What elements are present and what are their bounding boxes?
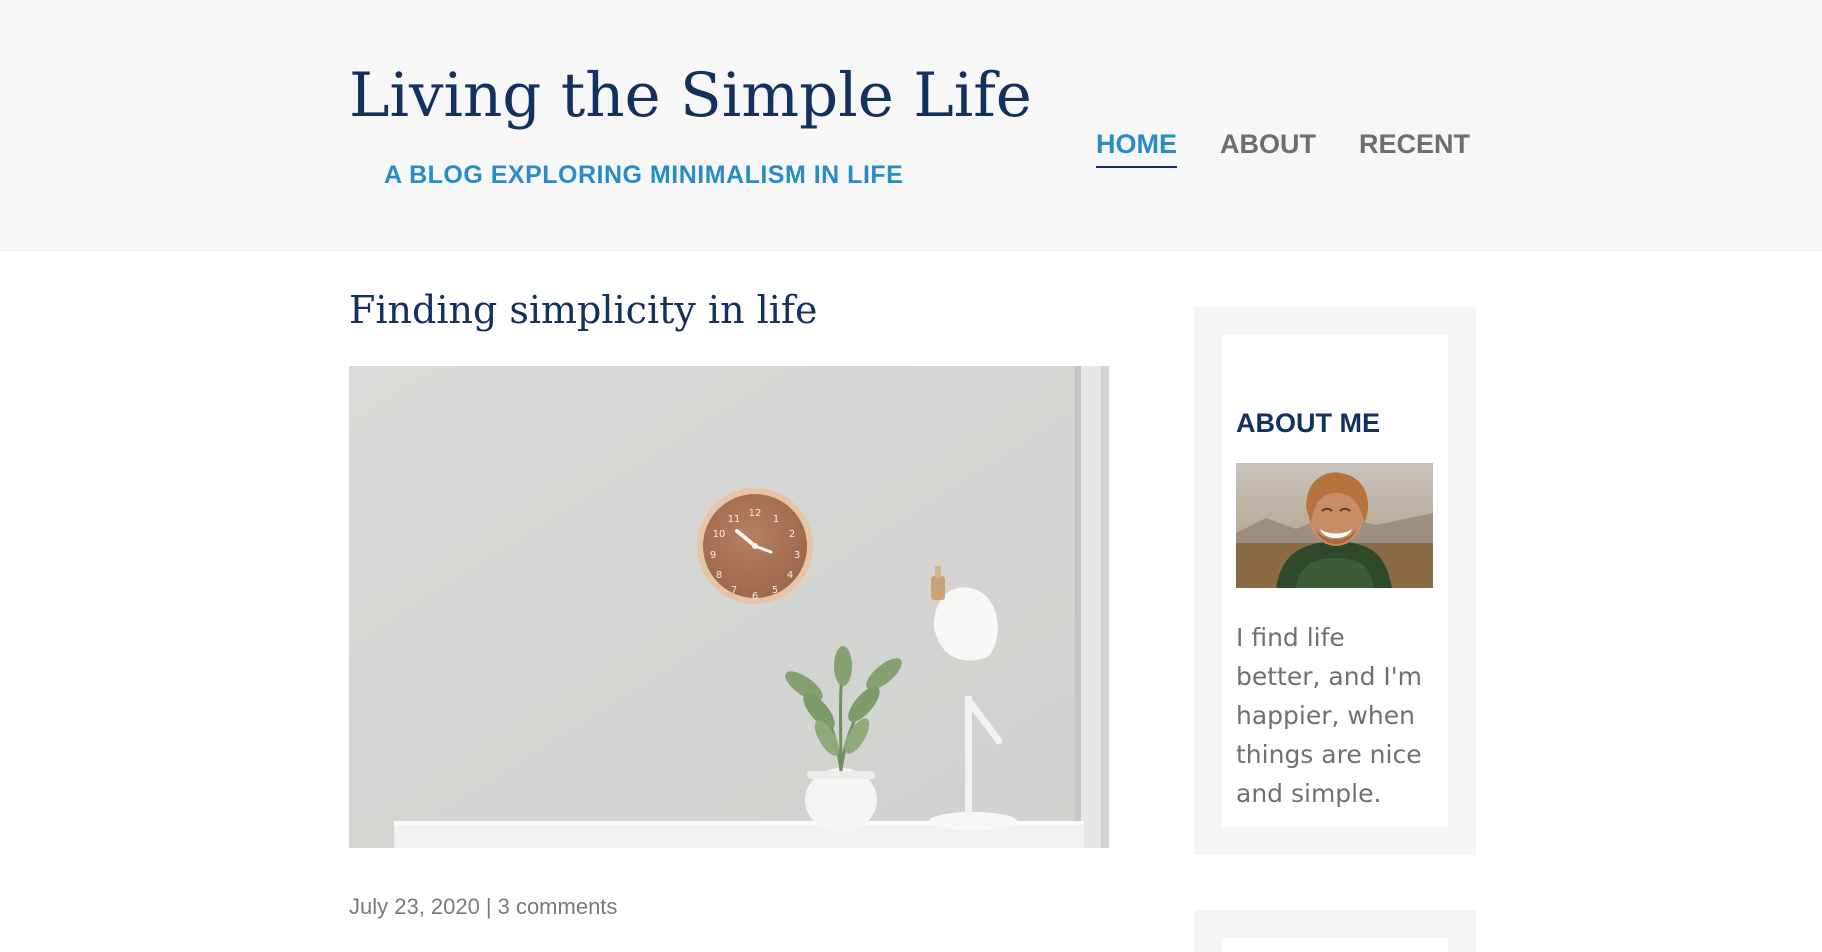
comments-link[interactable]: 3 comments bbox=[498, 894, 618, 919]
svg-text:12: 12 bbox=[749, 508, 762, 519]
post-title[interactable]: Finding simplicity in life bbox=[349, 285, 818, 335]
site-title[interactable]: Living the Simple Life bbox=[349, 56, 1032, 136]
svg-text:1: 1 bbox=[773, 514, 779, 525]
nav-about-link[interactable]: ABOUT bbox=[1220, 126, 1316, 168]
sidebar-widget-2 bbox=[1194, 910, 1476, 952]
about-me-bio: I find life better, and I'm happier, whe… bbox=[1236, 623, 1422, 808]
avatar bbox=[1236, 463, 1433, 588]
about-me-title: ABOUT ME bbox=[1236, 408, 1380, 438]
svg-text:5: 5 bbox=[772, 585, 778, 596]
meta-separator: | bbox=[485, 894, 492, 919]
clock-icon: 12 1 2 3 4 5 6 7 8 9 10 11 bbox=[697, 488, 813, 604]
svg-text:10: 10 bbox=[713, 529, 726, 540]
about-me-widget: ABOUT ME I find life better, and I'm hap… bbox=[1194, 307, 1476, 855]
site-header: Living the Simple Life A BLOG EXPLORING … bbox=[0, 0, 1822, 251]
svg-text:9: 9 bbox=[710, 550, 716, 561]
nav-home-link[interactable]: HOME bbox=[1096, 126, 1177, 168]
svg-text:2: 2 bbox=[789, 529, 795, 540]
post-meta: July 23, 2020 | 3 comments bbox=[349, 892, 617, 922]
post-date: July 23, 2020 bbox=[349, 894, 480, 919]
svg-text:11: 11 bbox=[728, 514, 741, 525]
svg-text:3: 3 bbox=[794, 550, 800, 561]
about-me-card: ABOUT ME I find life better, and I'm hap… bbox=[1222, 335, 1448, 827]
main-nav: HOME ABOUT RECENT bbox=[1096, 126, 1470, 168]
sidebar-widget-2-card bbox=[1222, 938, 1448, 952]
svg-text:6: 6 bbox=[752, 591, 758, 602]
nav-recent-link[interactable]: RECENT bbox=[1359, 126, 1470, 168]
site-tagline: A BLOG EXPLORING MINIMALISM IN LIFE bbox=[384, 161, 904, 189]
avatar-photo-icon bbox=[1236, 463, 1433, 588]
svg-text:4: 4 bbox=[787, 570, 793, 581]
svg-text:8: 8 bbox=[716, 570, 722, 581]
featured-image[interactable]: 12 1 2 3 4 5 6 7 8 9 10 11 bbox=[349, 366, 1109, 848]
minimal-room-illustration: 12 1 2 3 4 5 6 7 8 9 10 11 bbox=[349, 366, 1109, 848]
svg-text:7: 7 bbox=[731, 585, 737, 596]
